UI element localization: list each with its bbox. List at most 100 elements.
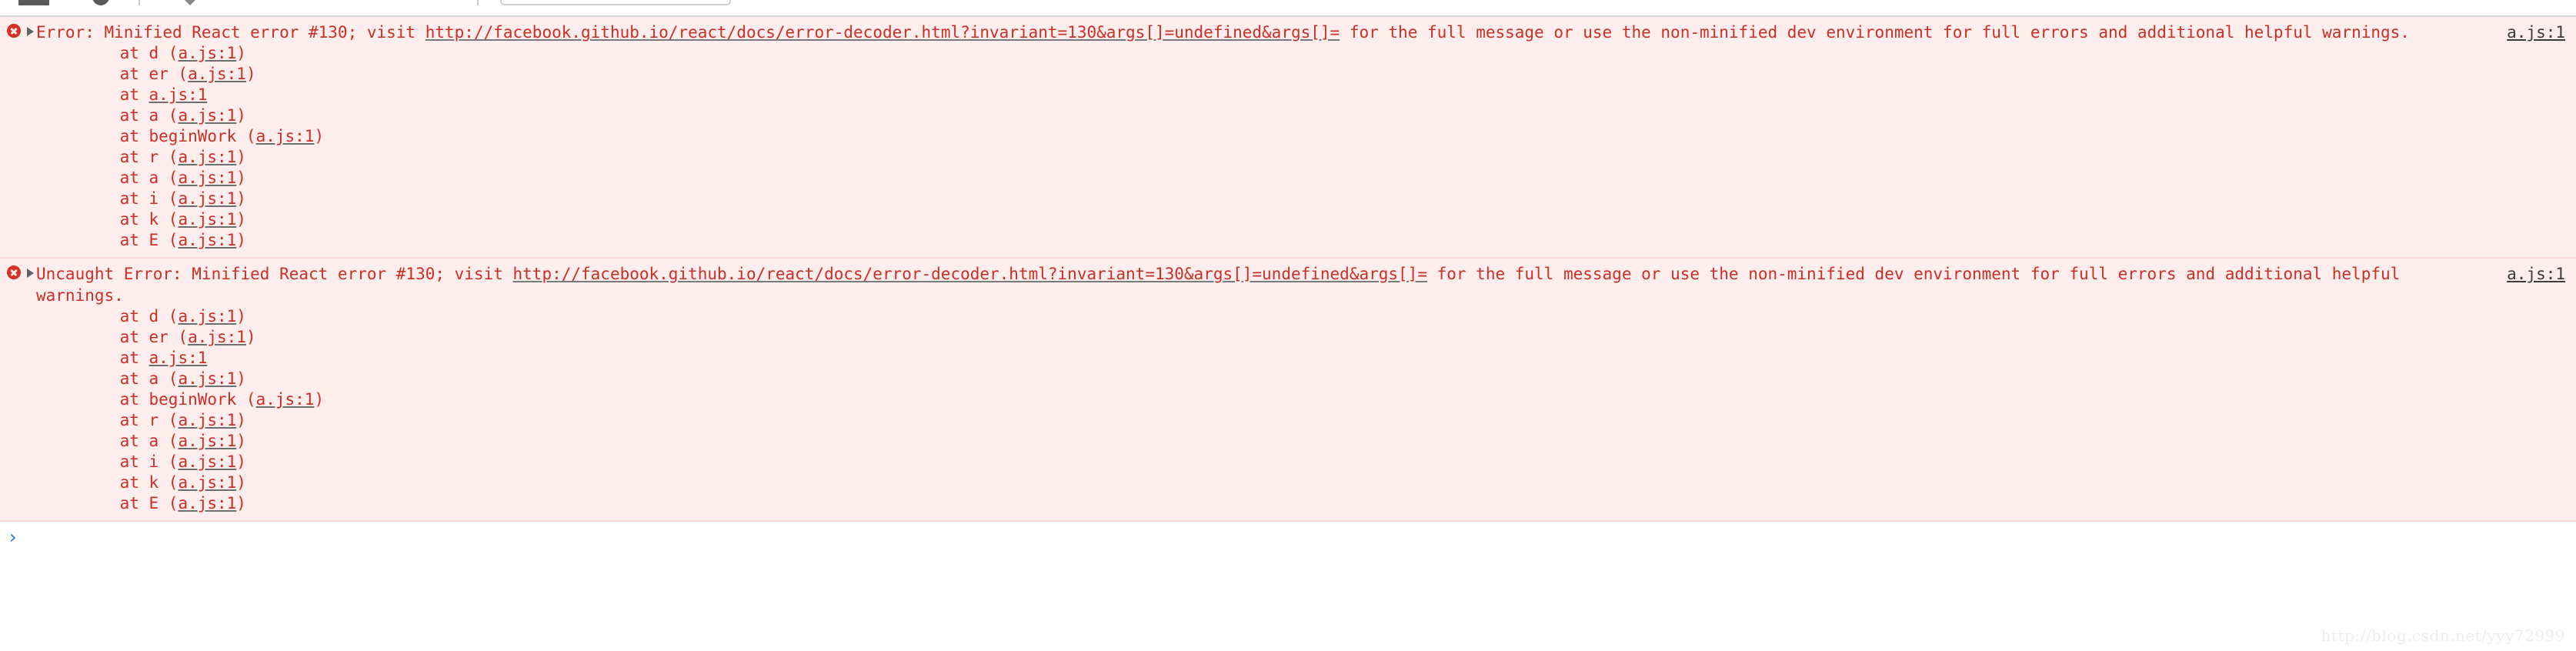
stack-frame-link[interactable]: a.js:1 xyxy=(149,349,208,367)
stack-frame-link[interactable]: a.js:1 xyxy=(256,127,315,145)
stack-frame: at er (a.js:1) xyxy=(0,64,2576,85)
stack-frame-suffix: ) xyxy=(236,307,246,326)
console-prompt-input[interactable] xyxy=(16,526,2576,549)
source-file-link[interactable]: a.js:1 xyxy=(2507,22,2576,43)
stack-frame-suffix: ) xyxy=(236,473,246,492)
stack-frame-link[interactable]: a.js:1 xyxy=(178,307,236,326)
stack-frame-link[interactable]: a.js:1 xyxy=(178,44,236,62)
stack-trace: at d (a.js:1) at er (a.js:1) at a.js:1 a… xyxy=(0,306,2576,514)
console-message-text: Error: Minified React error #130; visit … xyxy=(36,22,2507,43)
console-empty-area xyxy=(0,553,2576,651)
stack-frame: at k (a.js:1) xyxy=(0,209,2576,230)
stack-frame-prefix: at xyxy=(81,85,149,104)
stack-frame-link[interactable]: a.js:1 xyxy=(188,65,246,83)
stack-frame-prefix: at d ( xyxy=(81,307,179,326)
toolbar-divider-2 xyxy=(477,0,479,5)
stack-frame-prefix: at a ( xyxy=(81,106,179,125)
stack-frame: at er (a.js:1) xyxy=(0,327,2576,348)
stack-frame: at beginWork (a.js:1) xyxy=(0,389,2576,410)
console-message-text: Uncaught Error: Minified React error #13… xyxy=(36,263,2507,306)
stack-frame-prefix: at k ( xyxy=(81,210,179,229)
console-message-header[interactable]: Error: Minified React error #130; visit … xyxy=(0,22,2576,43)
stack-frame: at i (a.js:1) xyxy=(0,189,2576,209)
console-message-header[interactable]: Uncaught Error: Minified React error #13… xyxy=(0,263,2576,306)
stack-frame-link[interactable]: a.js:1 xyxy=(178,369,236,388)
stack-frame-prefix: at i ( xyxy=(81,452,179,471)
stack-frame: at E (a.js:1) xyxy=(0,493,2576,514)
source-file-link[interactable]: a.js:1 xyxy=(2507,263,2576,285)
stack-frame: at a (a.js:1) xyxy=(0,105,2576,126)
stack-frame-link[interactable]: a.js:1 xyxy=(178,210,236,229)
stack-frame-suffix: ) xyxy=(314,127,325,145)
stack-frame-suffix: ) xyxy=(236,369,246,388)
devtools-window: Error: Minified React error #130; visit … xyxy=(0,0,2576,651)
stack-frame: at beginWork (a.js:1) xyxy=(0,126,2576,147)
stack-frame-prefix: at r ( xyxy=(81,148,179,166)
stack-frame-prefix: at a ( xyxy=(81,169,179,187)
collapsed-triangle-icon[interactable] xyxy=(27,269,34,278)
stack-frame-link[interactable]: a.js:1 xyxy=(178,494,236,512)
message-suffix-text: for the full message or use the non-mini… xyxy=(1340,23,2410,42)
console-message-error[interactable]: Error: Minified React error #130; visit … xyxy=(0,17,2576,259)
console-prompt-row[interactable]: › xyxy=(0,522,2576,553)
stack-frame: at k (a.js:1) xyxy=(0,472,2576,493)
menu-bar-icon[interactable] xyxy=(18,0,49,5)
stack-frame-suffix: ) xyxy=(236,189,246,208)
stack-frame-suffix: ) xyxy=(245,328,256,346)
stack-frame-prefix: at er ( xyxy=(81,328,189,346)
stack-frame-suffix: ) xyxy=(236,411,246,429)
stack-frame-prefix: at a ( xyxy=(81,432,179,450)
stack-frame-link[interactable]: a.js:1 xyxy=(178,148,236,166)
toolbar-divider xyxy=(138,0,140,5)
stack-frame-link[interactable]: a.js:1 xyxy=(188,328,246,346)
stack-frame-link[interactable]: a.js:1 xyxy=(178,106,236,125)
error-decoder-link[interactable]: http://facebook.github.io/react/docs/err… xyxy=(513,265,1427,283)
stack-frame: at a (a.js:1) xyxy=(0,369,2576,389)
stack-frame-suffix: ) xyxy=(314,390,325,409)
stack-frame-suffix: ) xyxy=(236,494,246,512)
message-prefix-text: Uncaught Error: Minified React error #13… xyxy=(36,265,513,283)
error-decoder-link[interactable]: http://facebook.github.io/react/docs/err… xyxy=(425,23,1340,42)
stack-frame: at r (a.js:1) xyxy=(0,147,2576,168)
stack-frame-suffix: ) xyxy=(236,210,246,229)
stack-trace: at d (a.js:1) at er (a.js:1) at a.js:1 a… xyxy=(0,43,2576,251)
error-circle-icon xyxy=(7,24,21,38)
message-prefix-text: Error: Minified React error #130; visit xyxy=(36,23,425,42)
stack-frame-prefix: at E ( xyxy=(81,494,179,512)
watermark-text: http://blog.csdn.net/yyy72999 xyxy=(2321,626,2565,645)
stack-frame-link[interactable]: a.js:1 xyxy=(178,231,236,249)
stack-frame: at a (a.js:1) xyxy=(0,431,2576,452)
chevron-down-icon[interactable] xyxy=(185,0,195,5)
stack-frame-suffix: ) xyxy=(236,169,246,187)
console-message-error[interactable]: Uncaught Error: Minified React error #13… xyxy=(0,259,2576,522)
stack-frame-prefix: at i ( xyxy=(81,189,179,208)
stack-frame-link[interactable]: a.js:1 xyxy=(149,85,208,104)
filter-input[interactable] xyxy=(500,0,731,5)
stack-frame-prefix: at a ( xyxy=(81,369,179,388)
stack-frame-prefix: at er ( xyxy=(81,65,189,83)
stack-frame: at i (a.js:1) xyxy=(0,452,2576,472)
record-circle-icon[interactable] xyxy=(92,0,109,5)
stack-frame-link[interactable]: a.js:1 xyxy=(178,411,236,429)
stack-frame-suffix: ) xyxy=(236,44,246,62)
stack-frame: at a.js:1 xyxy=(0,348,2576,369)
stack-frame: at a.js:1 xyxy=(0,85,2576,105)
stack-frame-link[interactable]: a.js:1 xyxy=(178,473,236,492)
stack-frame-link[interactable]: a.js:1 xyxy=(178,432,236,450)
stack-frame-suffix: ) xyxy=(236,148,246,166)
stack-frame-link[interactable]: a.js:1 xyxy=(256,390,315,409)
stack-frame-suffix: ) xyxy=(236,231,246,249)
stack-frame: at r (a.js:1) xyxy=(0,410,2576,431)
stack-frame-prefix: at k ( xyxy=(81,473,179,492)
stack-frame-link[interactable]: a.js:1 xyxy=(178,452,236,471)
stack-frame-link[interactable]: a.js:1 xyxy=(178,169,236,187)
collapsed-triangle-icon[interactable] xyxy=(27,27,34,36)
devtools-toolbar xyxy=(0,0,2576,17)
stack-frame-suffix: ) xyxy=(245,65,256,83)
console-message-list: Error: Minified React error #130; visit … xyxy=(0,17,2576,522)
stack-frame-prefix: at r ( xyxy=(81,411,179,429)
stack-frame: at E (a.js:1) xyxy=(0,230,2576,251)
stack-frame-suffix: ) xyxy=(236,432,246,450)
stack-frame-link[interactable]: a.js:1 xyxy=(178,189,236,208)
stack-frame: at a (a.js:1) xyxy=(0,168,2576,189)
